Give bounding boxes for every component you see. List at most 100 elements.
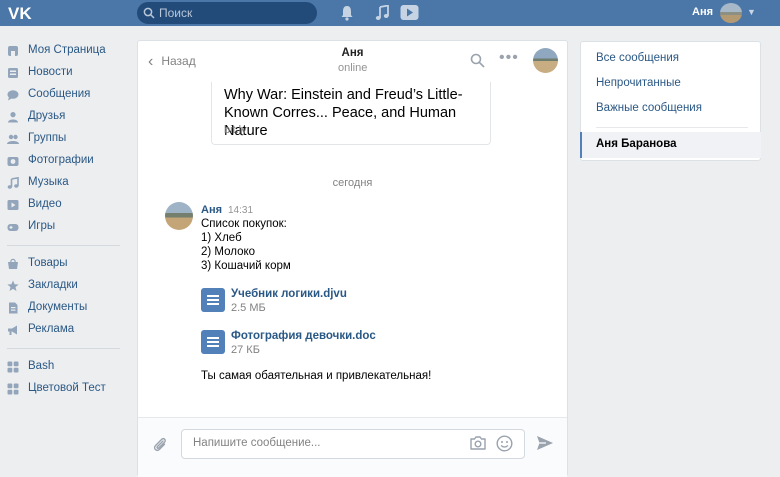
search-icon[interactable]: [470, 53, 485, 68]
message-line: Список покупок:: [201, 218, 287, 230]
avatar[interactable]: [165, 202, 193, 230]
more-icon[interactable]: •••: [499, 49, 519, 67]
bell-icon[interactable]: [340, 5, 354, 21]
nav-item-label: Сообщения: [28, 88, 91, 100]
divider: [596, 127, 748, 128]
market-icon: [8, 258, 18, 269]
search-input[interactable]: Поиск: [137, 2, 317, 24]
message-line: 2) Молоко: [201, 246, 256, 258]
music-icon[interactable]: [375, 5, 389, 21]
nav-item-label: Документы: [28, 301, 88, 313]
nav-item-label: Фотографии: [28, 154, 94, 166]
chat-status: online: [338, 62, 368, 74]
chat-panel: ‹ Назад Аня online ••• Why War: Einstein …: [137, 40, 568, 477]
message-author[interactable]: Аня: [201, 204, 222, 216]
document-icon: [201, 330, 225, 354]
nav-item[interactable]: Музыка: [0, 172, 125, 194]
nav-divider: [7, 245, 120, 246]
nav-item[interactable]: Сообщения: [0, 84, 125, 106]
games-icon: [7, 224, 19, 231]
star-icon: [7, 280, 19, 291]
news-icon: [8, 68, 18, 78]
groups-icon: [7, 134, 19, 144]
nav-item[interactable]: Реклама: [0, 319, 125, 341]
nav-item-label: Новости: [28, 66, 73, 78]
active-conversation[interactable]: Аня Баранова: [580, 132, 761, 158]
message-placeholder: Напишите сообщение...: [193, 437, 321, 449]
search-icon: [143, 7, 155, 19]
camera-icon[interactable]: [469, 435, 487, 451]
document-name[interactable]: Учебник логики.djvu: [231, 288, 347, 300]
document-name[interactable]: Фотография девочки.doc: [231, 330, 376, 342]
nav-item[interactable]: Товары: [0, 253, 125, 275]
nav-item[interactable]: Видео: [0, 194, 125, 216]
link-title[interactable]: Why War: Einstein and Freud’s Little-Kno…: [224, 86, 484, 140]
avatar[interactable]: [533, 48, 558, 73]
filter-important[interactable]: Важные сообщения: [596, 102, 702, 114]
nav-item[interactable]: Друзья: [0, 106, 125, 128]
nav-item[interactable]: Цветовой Тест: [0, 378, 125, 400]
message-line: 3) Кошачий корм: [201, 260, 291, 272]
nav-item[interactable]: Группы: [0, 128, 125, 150]
messages-icon: [7, 90, 19, 101]
nav-item[interactable]: Фотографии: [0, 150, 125, 172]
vk-logo-icon[interactable]: VK: [7, 3, 33, 23]
message-input[interactable]: Напишите сообщение...: [181, 429, 525, 459]
photos-icon: [7, 157, 19, 166]
smile-icon[interactable]: [496, 435, 513, 452]
music-icon: [7, 177, 19, 189]
nav-item-label: Реклама: [28, 323, 75, 335]
document-attachment[interactable]: Фотография девочки.doc 27 КБ: [201, 330, 421, 356]
message-composer: Напишите сообщение...: [138, 417, 567, 477]
ads-icon: [8, 325, 17, 335]
link-host: bit.ly: [224, 124, 247, 136]
filter-all-messages[interactable]: Все сообщения: [596, 52, 679, 64]
nav-item-label: Цветовой Тест: [28, 382, 106, 394]
link-card[interactable]: Why War: Einstein and Freud’s Little-Kno…: [211, 82, 491, 145]
send-icon[interactable]: [536, 434, 554, 452]
nav-item[interactable]: Игры: [0, 216, 125, 238]
home-icon: [8, 46, 18, 56]
active-conversation-label: Аня Баранова: [596, 138, 677, 150]
nav-item-label: Музыка: [28, 176, 69, 188]
nav-item-label: Закладки: [28, 279, 78, 291]
video-icon: [7, 200, 19, 210]
document-attachment[interactable]: Учебник логики.djvu 2.5 МБ: [201, 288, 421, 314]
left-nav: Моя Страница Новости Сообщения Друзья Группы…: [0, 40, 125, 400]
nav-item-label: Группы: [28, 132, 67, 144]
avatar[interactable]: [720, 3, 742, 23]
search-placeholder: Поиск: [159, 6, 193, 20]
nav-item-label: Игры: [28, 220, 56, 232]
document-size: 2.5 МБ: [231, 302, 266, 314]
message-line: Ты самая обаятельная и привлекательная!: [201, 370, 432, 382]
chevron-down-icon[interactable]: ▼: [747, 7, 756, 17]
app-icon: [7, 383, 19, 395]
nav-item[interactable]: Документы: [0, 297, 125, 319]
filter-unread[interactable]: Непрочитанные: [596, 77, 681, 89]
message-line: 1) Хлеб: [201, 232, 242, 244]
document-size: 27 КБ: [231, 344, 260, 356]
paperclip-icon[interactable]: [152, 436, 168, 454]
documents-icon: [9, 302, 18, 314]
nav-item-label: Bash: [28, 360, 55, 372]
friends-icon: [8, 112, 18, 123]
date-separator: сегодня: [332, 177, 373, 189]
nav-item-label: Товары: [28, 257, 68, 269]
svg-text:VK: VK: [8, 4, 32, 23]
nav-item[interactable]: Моя Страница: [0, 40, 125, 62]
chat-header: ‹ Назад Аня online •••: [138, 41, 567, 81]
nav-item[interactable]: Закладки: [0, 275, 125, 297]
message-time: 14:31: [228, 205, 254, 216]
nav-item-label: Друзья: [28, 110, 66, 122]
nav-item-label: Моя Страница: [28, 44, 106, 56]
nav-item[interactable]: Bash: [0, 356, 125, 378]
nav-item[interactable]: Новости: [0, 62, 125, 84]
message-filters: Все сообщения Непрочитанные Важные сообщ…: [580, 41, 761, 161]
top-bar: VK Поиск Аня ▼: [0, 0, 780, 26]
user-name[interactable]: Аня: [692, 6, 713, 18]
nav-divider: [7, 348, 120, 349]
app-icon: [7, 361, 19, 373]
nav-item-label: Видео: [28, 198, 62, 210]
play-icon[interactable]: [400, 4, 419, 21]
document-icon: [201, 288, 225, 312]
